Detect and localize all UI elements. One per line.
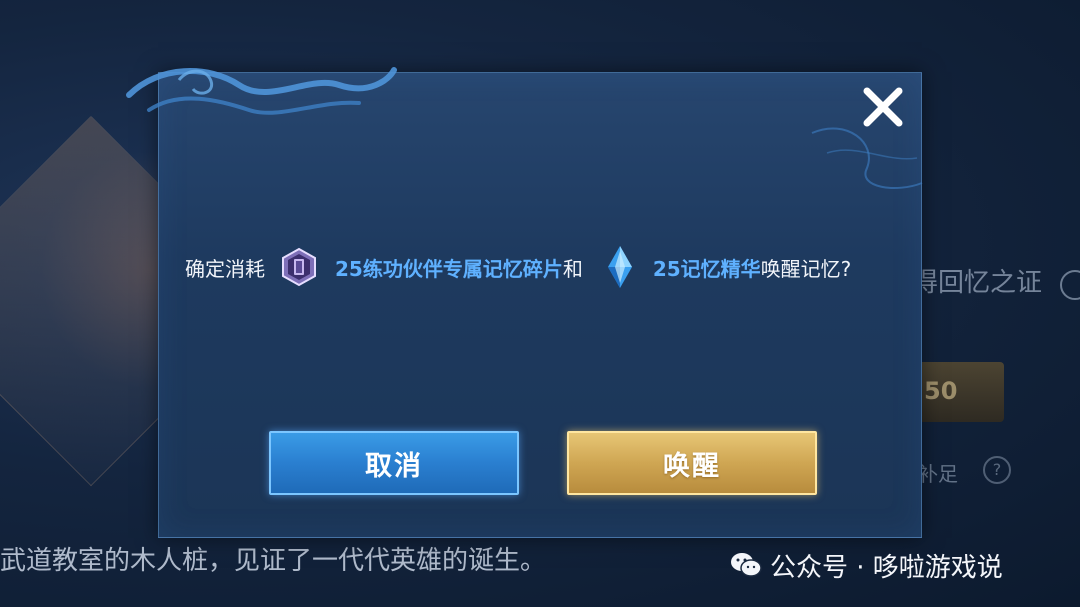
cancel-button[interactable]: 取消 [269,431,519,495]
background-description: 武道教室的木人桩，见证了一代代英雄的诞生。 [0,546,547,576]
background-side-dot [1060,270,1080,300]
background-side-button: 50 [916,362,1004,422]
message-item2: 25记忆精华 [652,256,761,281]
background-help-icon: ? [983,456,1011,484]
confirm-dialog: 确定消耗 25练功伙伴专属记忆碎片 和 25记忆精华 唤醒记忆? 取消 唤醒 [126,67,923,538]
background-side-small-label: 补足 [918,462,958,486]
message-item1: 25练功伙伴专属记忆碎片 [335,256,563,281]
confirm-message: 确定消耗 25练功伙伴专属记忆碎片 和 25记忆精华 唤醒记忆? [185,246,905,288]
memory-crystal-icon [607,246,632,288]
awaken-button[interactable]: 唤醒 [567,431,817,495]
message-prefix: 确定消耗 [185,256,265,281]
awaken-button-label: 唤醒 [663,450,721,482]
watermark: 公众号 · 哆啦游戏说 [730,548,1003,583]
close-icon[interactable] [859,83,907,131]
message-suffix: 唤醒记忆? [760,256,852,281]
background-side-button-value: 50 [924,377,958,405]
cancel-button-label: 取消 [365,450,423,482]
cloud-swirl-decoration [126,67,397,115]
message-connector: 和 [562,256,583,281]
memory-fragment-icon [282,247,316,287]
wechat-icon [731,553,762,577]
watermark-text: 公众号 · 哆啦游戏说 [770,552,1003,583]
background-side-label: 得回忆之证 [912,268,1043,298]
